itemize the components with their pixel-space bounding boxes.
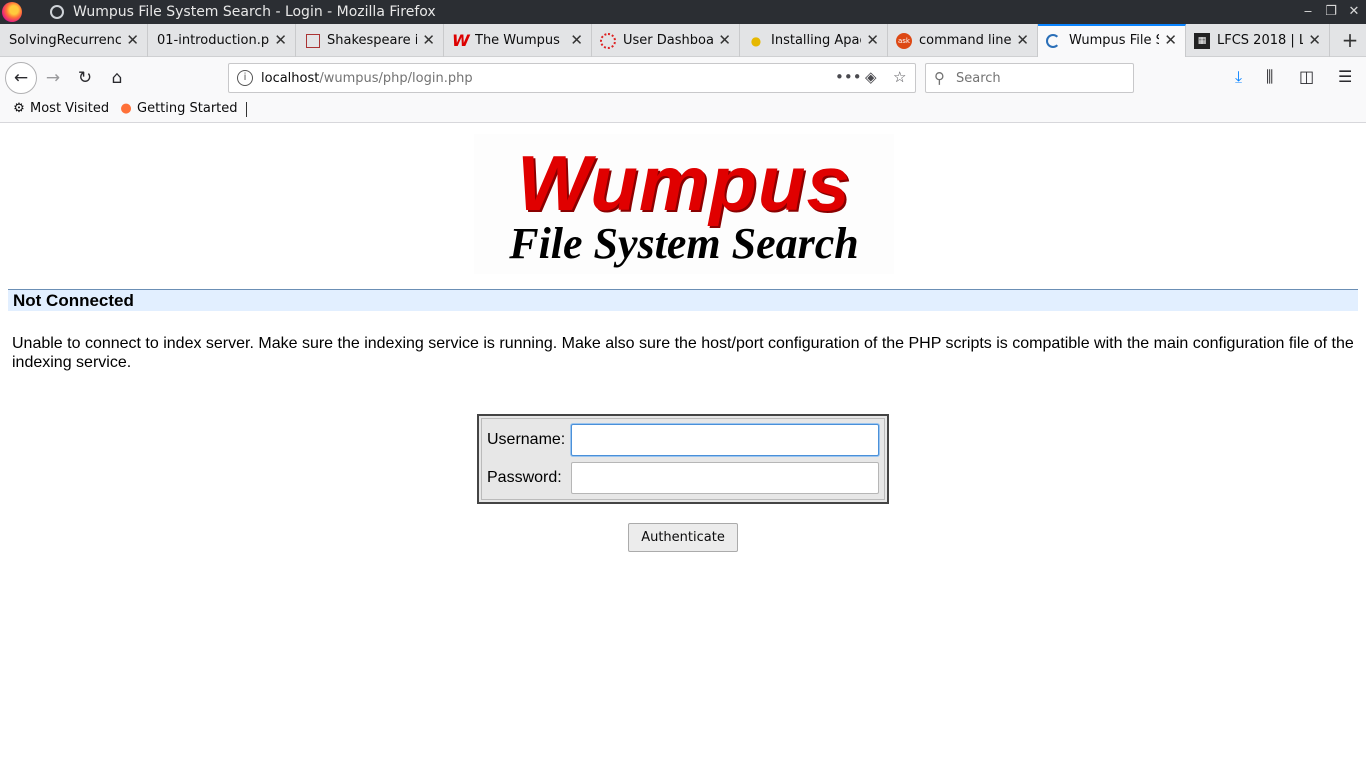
reload-button[interactable]: ↻: [70, 63, 100, 93]
tab-label: 01-introduction.p: [157, 33, 269, 48]
status-message: Unable to connect to index server. Make …: [12, 335, 1354, 371]
window-title: Wumpus File System Search - Login - Mozi…: [73, 4, 436, 20]
tab-wumpus-file-search[interactable]: Wumpus File S ✕: [1038, 24, 1186, 57]
minimize-button[interactable]: ‒: [1298, 2, 1318, 22]
new-tab-button[interactable]: +: [1338, 29, 1362, 53]
window-titlebar: Wumpus File System Search - Login - Mozi…: [0, 0, 1366, 24]
tab-strip: SolvingRecurrence ✕ 01-introduction.p ✕ …: [0, 24, 1366, 57]
wumpus-logo: Wumpus File System Search: [474, 134, 894, 274]
page-actions-icon[interactable]: •••: [835, 68, 862, 86]
bookmark-label: Getting Started: [137, 101, 238, 116]
site-info-icon[interactable]: i: [237, 70, 253, 86]
gear-icon: ⚙: [13, 101, 25, 116]
tab-user-dashboard[interactable]: User Dashboa ✕: [592, 24, 740, 57]
page-content: Wumpus File System Search Not Connected …: [0, 124, 1366, 768]
tab-introduction[interactable]: 01-introduction.p ✕: [148, 24, 296, 57]
maximize-button[interactable]: ❐: [1321, 2, 1341, 22]
close-tab-icon[interactable]: ✕: [570, 31, 583, 49]
close-tab-icon[interactable]: ✕: [126, 31, 139, 49]
home-button[interactable]: ⌂: [102, 63, 132, 93]
firefox-icon: ●: [120, 101, 132, 116]
pocket-icon[interactable]: ◈: [865, 68, 877, 86]
password-label: Password:: [487, 469, 562, 486]
lfcs-icon: ▦: [1194, 33, 1210, 49]
back-button[interactable]: ←: [5, 62, 37, 94]
tab-label: User Dashboa: [623, 33, 713, 48]
tab-command-line[interactable]: ask command line ✕: [888, 24, 1038, 57]
bookmark-most-visited[interactable]: ⚙ Most Visited: [11, 101, 109, 116]
close-tab-icon[interactable]: ✕: [1308, 31, 1321, 49]
authenticate-button[interactable]: Authenticate: [628, 523, 738, 552]
url-path: /wumpus/php/login.php: [319, 71, 473, 86]
close-tab-icon[interactable]: ✕: [422, 31, 435, 49]
password-field[interactable]: [571, 462, 879, 494]
close-tab-icon[interactable]: ✕: [1164, 31, 1177, 49]
username-label: Username:: [487, 431, 566, 448]
tab-label: The Wumpus P: [475, 33, 565, 48]
askubuntu-icon: ask: [896, 33, 912, 49]
search-input[interactable]: [956, 69, 1126, 87]
tab-label: command line: [919, 33, 1011, 48]
tab-label: LFCS 2018 | Le: [1217, 33, 1303, 48]
close-tab-icon[interactable]: ✕: [718, 31, 731, 49]
tab-the-wumpus[interactable]: W The Wumpus P ✕: [444, 24, 592, 57]
tab-label: Installing Apac: [771, 33, 861, 48]
tab-label: Shakespeare in: [327, 33, 417, 48]
tab-lfcs-2018[interactable]: ▦ LFCS 2018 | Le ✕: [1186, 24, 1330, 57]
search-bar[interactable]: ⚲: [925, 63, 1134, 93]
bookmarks-toolbar: ⚙ Most Visited ● Getting Started: [0, 98, 1366, 123]
url-host: localhost: [261, 71, 320, 86]
url-text[interactable]: localhost/wumpus/php/login.php: [261, 71, 473, 86]
downloads-icon[interactable]: ⤓: [1235, 67, 1242, 87]
tab-solving-recurrence[interactable]: SolvingRecurrence ✕: [0, 24, 148, 57]
close-tab-icon[interactable]: ✕: [866, 31, 879, 49]
menu-icon[interactable]: ☰: [1338, 67, 1352, 86]
navigation-toolbar: ← → ↻ ⌂ i localhost/wumpus/php/login.php…: [0, 57, 1366, 98]
tab-label: Wumpus File S: [1069, 33, 1159, 48]
document-icon: [306, 34, 320, 48]
lightbulb-icon: ●: [750, 34, 762, 48]
logo-title: Wumpus: [517, 139, 851, 227]
library-icon[interactable]: ⫼: [1266, 67, 1273, 87]
bookmark-star-icon[interactable]: ☆: [893, 68, 906, 86]
window-menu-icon[interactable]: [50, 5, 64, 19]
firefox-logo-icon: [2, 2, 22, 22]
logo-subtitle: File System Search: [509, 219, 859, 268]
tab-label: SolvingRecurrence: [9, 33, 121, 48]
forward-button[interactable]: →: [38, 63, 68, 93]
ring-icon: [600, 33, 616, 49]
close-tab-icon[interactable]: ✕: [274, 31, 287, 49]
username-field[interactable]: [571, 424, 879, 456]
close-window-button[interactable]: ✕: [1344, 2, 1364, 22]
search-icon: ⚲: [934, 69, 945, 87]
status-heading: Not Connected: [8, 289, 1358, 311]
close-tab-icon[interactable]: ✕: [1016, 31, 1029, 49]
login-form: Username: Password:: [477, 414, 889, 504]
tab-installing-apache[interactable]: ● Installing Apac ✕: [740, 24, 888, 57]
loading-icon: [1046, 34, 1060, 48]
url-bar[interactable]: i localhost/wumpus/php/login.php ••• ◈ ☆: [228, 63, 916, 93]
wumpus-w-icon: W: [452, 31, 470, 50]
bookmark-label: Most Visited: [30, 101, 110, 116]
tab-shakespeare[interactable]: Shakespeare in ✕: [296, 24, 444, 57]
sidebar-icon[interactable]: ◫: [1299, 67, 1314, 86]
bookmark-getting-started[interactable]: ● Getting Started: [118, 101, 238, 116]
bookmarks-separator: [246, 102, 247, 117]
